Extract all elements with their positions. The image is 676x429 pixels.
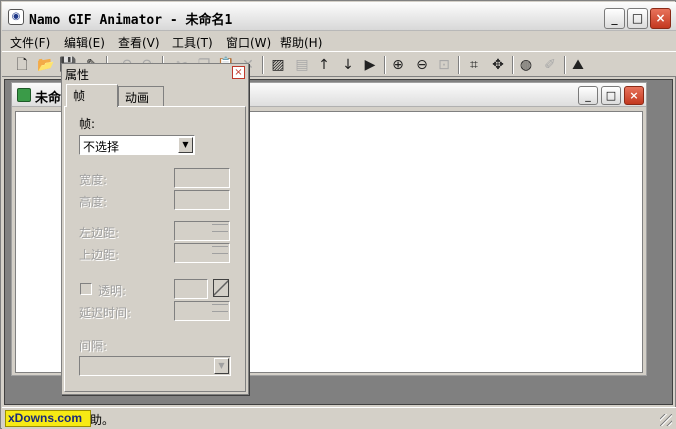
status-text: 助。	[90, 413, 115, 427]
insert-image-icon[interactable]: ▨	[268, 55, 288, 75]
move-down-icon[interactable]: ↓	[338, 55, 358, 75]
app-logo-icon: ◉	[8, 9, 24, 25]
landscape-icon[interactable]: ⛰	[568, 55, 588, 75]
properties-close-button[interactable]: ×	[232, 66, 245, 79]
document-close-button[interactable]: ×	[624, 86, 644, 105]
maximize-button[interactable]: □	[627, 8, 648, 29]
width-field[interactable]	[174, 168, 230, 188]
menu-file[interactable]: 文件(F)	[10, 34, 50, 51]
delay-label: 延迟时间:	[79, 306, 132, 320]
menu-help[interactable]: 帮助(H)	[280, 34, 322, 51]
watermark-badge: xDowns.com	[5, 410, 91, 427]
toolbar-separator	[512, 56, 514, 74]
zoom-fit-icon[interactable]: ⊡	[434, 55, 454, 75]
properties-tabs: 帧 动画	[64, 84, 246, 107]
tab-frame[interactable]: 帧	[66, 84, 118, 107]
window-title: Namo GIF Animator - 未命名1	[29, 13, 233, 28]
chevron-down-icon[interactable]: ▼	[178, 137, 193, 153]
interval-select[interactable]: ▼	[79, 356, 231, 376]
menu-bar: 文件(F) 编辑(E) 查看(V) 工具(T) 窗口(W) 帮助(H)	[2, 31, 676, 51]
menu-view[interactable]: 查看(V)	[118, 34, 160, 51]
left-margin-stepper[interactable]	[174, 221, 230, 241]
document-icon	[17, 88, 31, 102]
open-folder-icon[interactable]: 📂	[36, 55, 56, 75]
document-title: 未命	[35, 91, 62, 106]
title-bar[interactable]: ◉ Namo GIF Animator - 未命名1 _ □ ×	[2, 2, 676, 31]
toolbar-separator	[564, 56, 566, 74]
move-up-icon[interactable]: ↑	[314, 55, 334, 75]
frame-select-value: 不选择	[83, 140, 120, 154]
width-label: 宽度:	[79, 173, 108, 187]
spinner-arrows-icon[interactable]	[212, 246, 228, 260]
palette-icon[interactable]: ◍	[516, 55, 536, 75]
play-icon[interactable]: ▶	[360, 55, 380, 75]
frame-select[interactable]: 不选择 ▼	[79, 135, 195, 155]
edit-image-icon[interactable]: ✐	[540, 55, 560, 75]
transparent-label: 透明:	[98, 284, 127, 298]
crop-icon[interactable]: ⌗	[464, 55, 484, 75]
toolbar-separator	[458, 56, 460, 74]
minimize-button[interactable]: _	[604, 8, 625, 29]
left-margin-label: 左边距:	[79, 226, 120, 240]
height-label: 高度:	[79, 195, 108, 209]
properties-panel: 属性 × 帧 动画 帧: 不选择 ▼ 宽度: 高度: 左边距: 上边距: 透明:…	[61, 63, 249, 395]
status-bar: 助。 xDowns.com	[2, 407, 676, 429]
interval-label: 间隔:	[79, 339, 108, 353]
menu-edit[interactable]: 编辑(E)	[64, 34, 105, 51]
new-file-icon[interactable]: 🗋	[12, 55, 32, 75]
top-margin-stepper[interactable]	[174, 243, 230, 263]
insert-frame-icon[interactable]: ▤	[292, 55, 312, 75]
menu-tools[interactable]: 工具(T)	[172, 34, 213, 51]
transparent-color-field[interactable]	[174, 279, 208, 299]
zoom-out-icon[interactable]: ⊖	[412, 55, 432, 75]
height-field[interactable]	[174, 190, 230, 210]
transparent-checkbox[interactable]	[80, 283, 92, 295]
move-icon[interactable]: ✥	[488, 55, 508, 75]
toolbar-separator	[262, 56, 264, 74]
close-button[interactable]: ×	[650, 8, 671, 29]
properties-title-bar[interactable]: 属性 ×	[62, 64, 248, 82]
resize-grip[interactable]	[660, 414, 672, 426]
toolbar-separator	[384, 56, 386, 74]
menu-window[interactable]: 窗口(W)	[226, 34, 271, 51]
properties-title: 属性	[65, 68, 90, 82]
document-minimize-button[interactable]: _	[578, 86, 598, 105]
color-picker-icon[interactable]	[213, 279, 229, 297]
chevron-down-icon[interactable]: ▼	[214, 358, 229, 374]
delay-stepper[interactable]	[174, 301, 230, 321]
spinner-arrows-icon[interactable]	[212, 224, 228, 238]
document-maximize-button[interactable]: □	[601, 86, 621, 105]
zoom-in-icon[interactable]: ⊕	[388, 55, 408, 75]
frame-properties-body: 帧: 不选择 ▼ 宽度: 高度: 左边距: 上边距: 透明: 延迟时间: 间隔:…	[64, 106, 246, 392]
top-margin-label: 上边距:	[79, 248, 120, 262]
spinner-arrows-icon[interactable]	[212, 304, 228, 318]
frame-label: 帧:	[79, 117, 96, 131]
tab-animation[interactable]: 动画	[118, 86, 164, 106]
